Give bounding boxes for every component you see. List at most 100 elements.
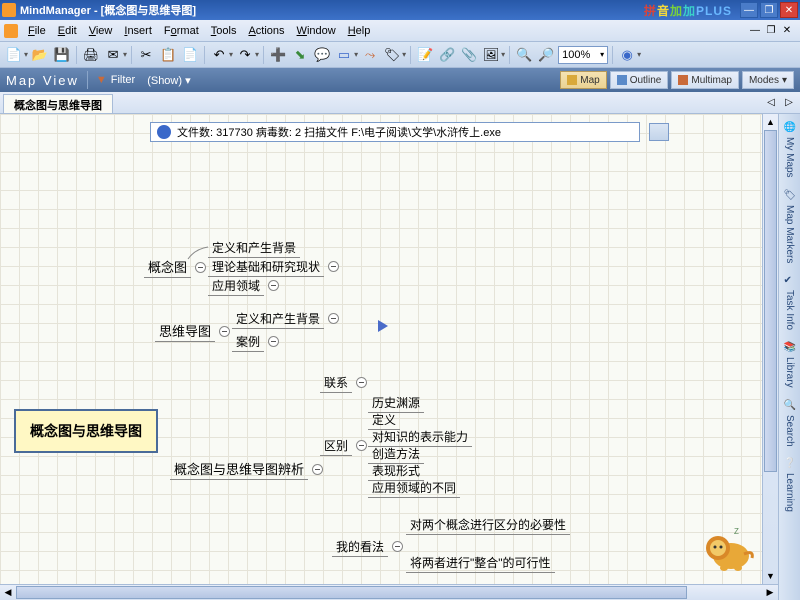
topic-button[interactable]: ➕ [268,45,288,65]
subtopic-button[interactable]: ⬊ [290,45,310,65]
view-multimap-button[interactable]: Multimap [671,71,739,89]
horizontal-scrollbar[interactable]: ◀ ▶ [0,584,778,600]
subtopic[interactable]: 应用领域的不同 [368,478,460,498]
subtopic[interactable]: 定义和产生背景 [208,238,300,258]
ime-indicator: 拼音加加PLUS [644,2,732,19]
open-button[interactable]: 📂 [30,45,50,65]
sidetab-task-info[interactable]: ✔Task Info [782,269,798,336]
topic-analysis[interactable]: 概念图与思维导图辨析 [170,458,323,480]
menu-actions[interactable]: Actions [242,23,290,39]
minimize-button[interactable]: — [740,2,758,18]
sidetab-learning[interactable]: ❔Learning [782,452,798,518]
mdi-close-button[interactable]: ✕ [780,24,794,38]
hyperlink-button[interactable]: 🔗 [437,45,457,65]
topic-mind-map[interactable]: 思维导图 [155,320,230,342]
cut-button[interactable]: ✂ [136,45,156,65]
scroll-left-button[interactable]: ◀ [0,585,16,600]
menu-format[interactable]: Format [158,23,205,39]
redo-dropdown[interactable]: ▾ [255,50,259,59]
boundary-dropdown[interactable]: ▾ [354,50,358,59]
map-canvas[interactable]: 文件数: 317730 病毒数: 2 扫描文件 F:\电子阅读\文学\水浒传上.… [0,114,778,600]
play-marker-icon [378,320,388,332]
topic-concept-map[interactable]: 概念图 [144,256,206,278]
close-button[interactable]: ✕ [780,2,798,18]
new-button[interactable]: 📄 [4,45,24,65]
document-tab[interactable]: 概念图与思维导图 [3,94,113,113]
scroll-thumb[interactable] [16,586,687,599]
print-button[interactable]: 🖨 [81,45,101,65]
vertical-scrollbar[interactable]: ▲ ▼ [762,114,778,584]
menu-insert[interactable]: Insert [118,23,158,39]
view-modes-button[interactable]: Modes ▾ [742,71,794,89]
collapse-handle[interactable] [268,280,279,291]
new-dropdown[interactable]: ▾ [24,50,28,59]
marker-button[interactable]: 🏷 [382,45,402,65]
image-dropdown[interactable]: ▾ [501,50,505,59]
email-dropdown[interactable]: ▾ [123,50,127,59]
menu-edit[interactable]: Edit [52,23,83,39]
boundary-button[interactable]: ▭ [334,45,354,65]
callout-button[interactable]: 💬 [312,45,332,65]
undo-dropdown[interactable]: ▾ [229,50,233,59]
collapse-handle[interactable] [356,377,367,388]
subtopic[interactable]: 定义和产生背景 [232,309,339,329]
sidetab-search[interactable]: 🔍Search [782,394,798,453]
subtopic[interactable]: 案例 [232,332,279,352]
subtopic-relation[interactable]: 联系 [320,373,367,393]
view-map-button[interactable]: Map [560,71,606,89]
root-topic[interactable]: 概念图与思维导图 [14,409,158,453]
zoom-out-button[interactable]: 🔍 [514,45,534,65]
main-toolbar: 📄▾ 📂 💾 🖨 ✉▾ ✂ 📋 📄 ↶▾ ↷▾ ➕ ⬊ 💬 ▭▾ ⤳ 🏷▾ 📝 … [0,42,800,68]
relationship-button[interactable]: ⤳ [360,45,380,65]
scroll-right-button[interactable]: ▶ [762,585,778,600]
help-button[interactable]: ◉ [617,45,637,65]
collapse-handle[interactable] [268,336,279,347]
tab-prev-button[interactable]: ◁ [764,95,778,109]
subtopic[interactable]: 对两个概念进行区分的必要性 [406,515,570,535]
collapse-handle[interactable] [219,326,230,337]
collapse-handle[interactable] [392,541,403,552]
sidetab-map-markers[interactable]: 🏷Map Markers [782,184,798,269]
notes-button[interactable]: 📝 [415,45,435,65]
zoom-combo[interactable]: 100%▾ [558,46,608,64]
subtopic-opinion[interactable]: 我的看法 [332,537,403,557]
scroll-down-button[interactable]: ▼ [763,568,778,584]
redo-button[interactable]: ↷ [235,45,255,65]
show-dropdown[interactable]: (Show) ▾ [147,74,190,87]
marker-dropdown[interactable]: ▾ [402,50,406,59]
email-button[interactable]: ✉ [103,45,123,65]
subtopic[interactable]: 将两者进行"整合"的可行性 [406,553,555,573]
menu-window[interactable]: Window [291,23,342,39]
collapse-handle[interactable] [356,440,367,451]
menu-file[interactable]: File [22,23,52,39]
collapse-handle[interactable] [328,313,339,324]
copy-button[interactable]: 📋 [158,45,178,65]
menu-tools[interactable]: Tools [205,23,243,39]
view-outline-button[interactable]: Outline [610,71,669,89]
collapse-handle[interactable] [195,262,206,273]
zoom-in-button[interactable]: 🔎 [536,45,556,65]
save-button[interactable]: 💾 [52,45,72,65]
sidetab-my-maps[interactable]: 🌐My Maps [782,116,798,184]
subtopic[interactable]: 理论基础和研究现状 [208,257,339,277]
menu-view[interactable]: View [83,23,119,39]
help-dropdown[interactable]: ▾ [637,50,641,59]
scroll-up-button[interactable]: ▲ [763,114,778,130]
subtopic[interactable]: 应用领域 [208,276,279,296]
menu-help[interactable]: Help [342,23,377,39]
mdi-minimize-button[interactable]: — [748,24,762,38]
filter-button[interactable]: ▼Filter [96,74,135,86]
mdi-restore-button[interactable]: ❐ [764,24,778,38]
tab-next-button[interactable]: ▷ [782,95,796,109]
undo-button[interactable]: ↶ [209,45,229,65]
collapse-handle[interactable] [328,261,339,272]
sidetab-library[interactable]: 📚Library [782,336,798,394]
image-button[interactable]: 🖼 [481,45,501,65]
maximize-button[interactable]: ❐ [760,2,778,18]
scan-action-button[interactable] [649,123,669,141]
paste-button[interactable]: 📄 [180,45,200,65]
attachment-button[interactable]: 📎 [459,45,479,65]
collapse-handle[interactable] [312,464,323,475]
subtopic-difference[interactable]: 区别 [320,436,367,456]
scroll-thumb[interactable] [764,130,777,472]
